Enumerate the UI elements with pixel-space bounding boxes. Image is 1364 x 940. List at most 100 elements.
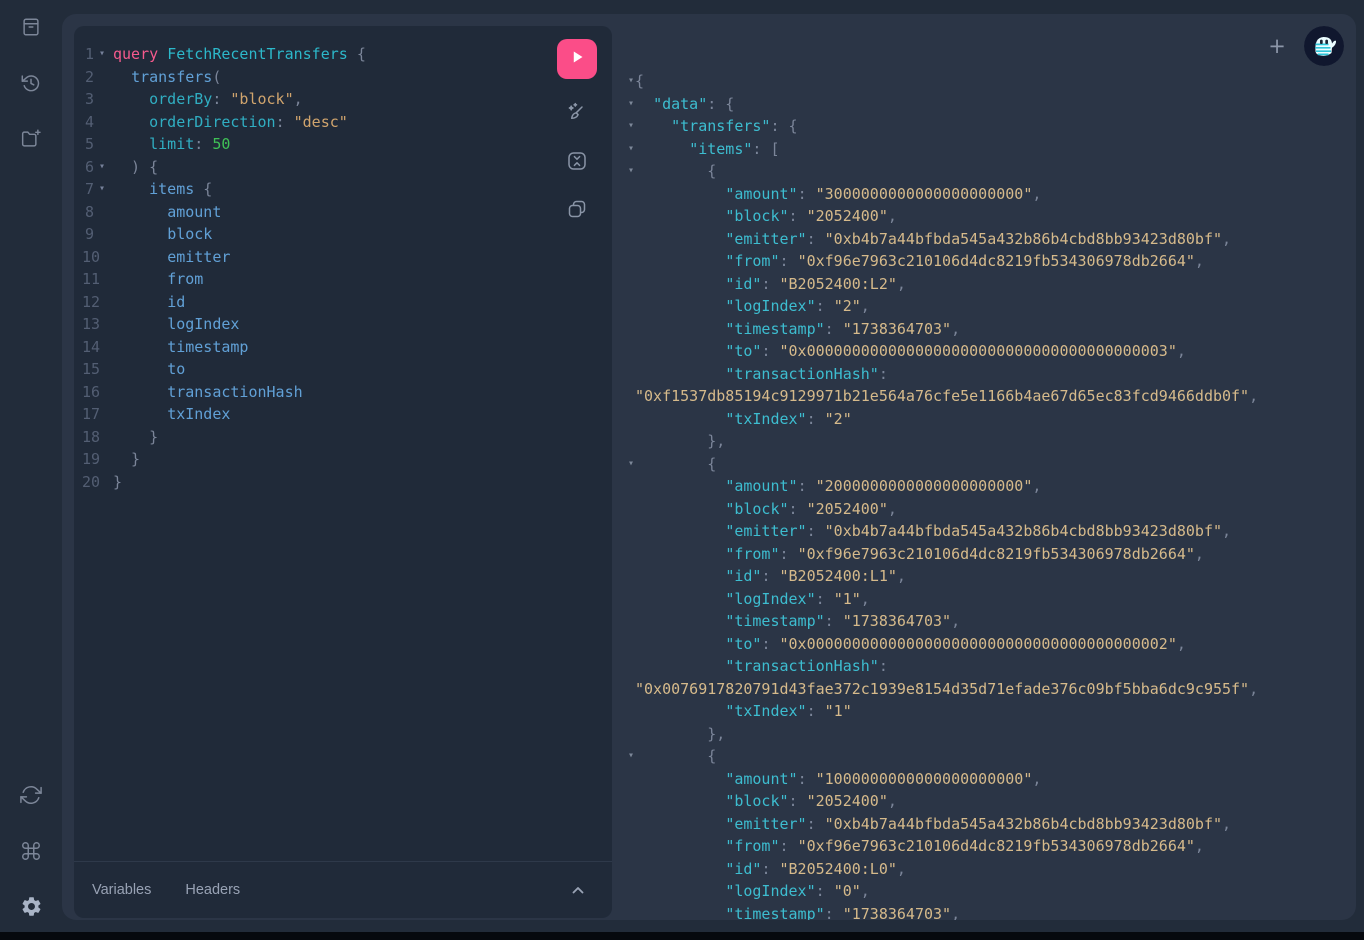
code-text: txIndex [113,403,230,426]
line-number: 17 [74,403,94,426]
fold-toggle-icon[interactable]: ▾ [96,156,108,179]
editor-line[interactable]: 9 block [74,223,612,246]
response-line: ▾ "transfers": { [620,115,1356,138]
response-line: ▾ "items": [ [620,138,1356,161]
editor-line[interactable]: 20} [74,471,612,494]
docs-button[interactable] [19,17,43,41]
editor-line[interactable]: 12 id [74,291,612,314]
response-line: "emitter": "0xb4b7a44bfbda545a432b86b4cb… [620,520,1356,543]
prettify-icon [565,101,589,130]
code-text: "from": "0xf96e7963c210106d4dc8219fb5343… [635,543,1204,566]
collapse-editor-tools-button[interactable] [568,880,588,900]
code-text: "logIndex": "0", [635,880,870,903]
response-line: "from": "0xf96e7963c210106d4dc8219fb5343… [620,835,1356,858]
settings-gear-icon [20,895,43,923]
code-text: "block": "2052400", [635,205,897,228]
fold-toggle-icon[interactable]: ▾ [620,138,635,161]
execute-play-icon [566,46,588,73]
fold-toggle-icon[interactable]: ▾ [620,93,635,116]
editor-line[interactable]: 2 transfers( [74,66,612,89]
code-text: orderDirection: "desc" [113,111,348,134]
code-text: "timestamp": "1738364703", [635,318,960,341]
window-bottom-edge [0,932,1364,940]
response-line: "amount": "1000000000000000000000", [620,768,1356,791]
line-number: 8 [74,201,94,224]
editor-line[interactable]: 6▾ ) { [74,156,612,179]
fold-toggle-icon[interactable]: ▾ [96,178,108,201]
editor-line[interactable]: 1▾query FetchRecentTransfers { [74,43,612,66]
code-text: { [635,745,716,768]
editor-line[interactable]: 15 to [74,358,612,381]
response-line: ▾ "data": { [620,93,1356,116]
editor-line[interactable]: 19 } [74,448,612,471]
editor-line[interactable]: 8 amount [74,201,612,224]
tab-variables[interactable]: Variables [92,882,151,898]
refetch-schema-button[interactable] [19,785,43,809]
rail-bottom-group [19,785,43,921]
code-text: "emitter": "0xb4b7a44bfbda545a432b86b4cb… [635,228,1231,251]
editor-line[interactable]: 7▾ items { [74,178,612,201]
response-line: ▾ { [620,160,1356,183]
line-number: 1 [74,43,94,66]
editor-line[interactable]: 4 orderDirection: "desc" [74,111,612,134]
merge-fragments-button[interactable] [565,151,589,175]
editor-line[interactable]: 14 timestamp [74,336,612,359]
response-panel[interactable]: ▾{▾ "data": {▾ "transfers": {▾ "items": … [620,14,1356,920]
shortcuts-button[interactable] [19,841,43,865]
code-text: "0x0076917820791d43fae372c1939e8154d35d7… [635,678,1258,701]
editor-line[interactable]: 16 transactionHash [74,381,612,404]
line-number: 11 [74,268,94,291]
fold-toggle-icon[interactable]: ▾ [620,115,635,138]
response-line: "emitter": "0xb4b7a44bfbda545a432b86b4cb… [620,228,1356,251]
code-text: "transfers": { [635,115,798,138]
sidebar-rail [0,0,62,932]
code-text: orderBy: "block", [113,88,303,111]
code-text: "block": "2052400", [635,498,897,521]
prettify-button[interactable] [565,103,589,127]
code-text: ) { [113,156,158,179]
editor-line[interactable]: 17 txIndex [74,403,612,426]
code-text: transfers( [113,66,221,89]
response-line: "txIndex": "2" [620,408,1356,431]
ghost-avatar[interactable] [1304,26,1344,66]
fold-toggle-icon[interactable]: ▾ [620,453,635,476]
line-number: 3 [74,88,94,111]
rail-top-group [19,17,43,153]
add-tab-button[interactable]: + [1264,34,1290,58]
fold-toggle-icon[interactable]: ▾ [620,160,635,183]
line-number: 2 [74,66,94,89]
code-text: "amount": "2000000000000000000000", [635,475,1041,498]
query-editor[interactable]: 1▾query FetchRecentTransfers {2 transfer… [74,43,612,493]
fold-toggle-icon[interactable]: ▾ [620,70,635,93]
editor-line[interactable]: 11 from [74,268,612,291]
response-line: "timestamp": "1738364703", [620,903,1356,921]
editor-line[interactable]: 5 limit: 50 [74,133,612,156]
code-text: "id": "B2052400:L1", [635,565,906,588]
history-button[interactable] [19,73,43,97]
fold-toggle-icon[interactable]: ▾ [620,745,635,768]
response-line: "block": "2052400", [620,498,1356,521]
execute-query-button[interactable] [557,39,597,79]
line-number: 18 [74,426,94,449]
line-number: 6 [74,156,94,179]
line-number: 10 [74,246,94,269]
code-text: }, [635,430,725,453]
new-collection-button[interactable] [19,129,43,153]
tab-headers[interactable]: Headers [185,882,240,898]
fold-toggle-icon[interactable]: ▾ [96,43,108,66]
editor-line[interactable]: 10 emitter [74,246,612,269]
response-line: "0xf1537db85194c9129971b21e564a76cfe5e11… [620,385,1356,408]
history-icon [20,72,42,99]
settings-button[interactable] [19,897,43,921]
editor-line[interactable]: 18 } [74,426,612,449]
copy-query-button[interactable] [565,199,589,223]
code-text: "from": "0xf96e7963c210106d4dc8219fb5343… [635,835,1204,858]
code-text: "logIndex": "2", [635,295,870,318]
editor-line[interactable]: 13 logIndex [74,313,612,336]
editor-line[interactable]: 3 orderBy: "block", [74,88,612,111]
merge-fragments-icon [565,149,589,178]
line-number: 15 [74,358,94,381]
main-surface: 1▾query FetchRecentTransfers {2 transfer… [62,14,1356,920]
response-line: "txIndex": "1" [620,700,1356,723]
response-line: "to": "0x0000000000000000000000000000000… [620,340,1356,363]
